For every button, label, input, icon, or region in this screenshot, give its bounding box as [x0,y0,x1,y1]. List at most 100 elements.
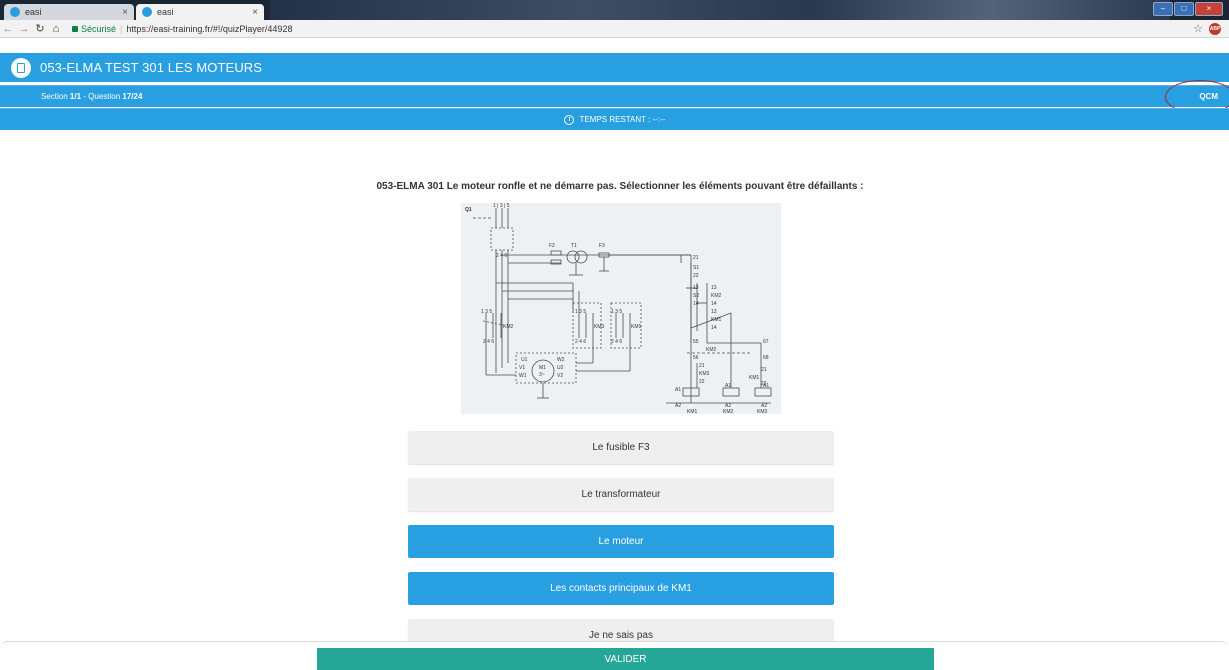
svg-text:56: 56 [693,355,699,361]
svg-text:KM2: KM2 [711,293,722,299]
lock-icon [72,25,78,32]
answer-option[interactable]: Le fusible F3 [408,431,834,464]
window-controls: – □ × [1153,2,1223,16]
adblock-icon[interactable]: ABP [1209,23,1221,35]
answer-option-selected[interactable]: Le moteur [408,525,834,558]
svg-text:13: 13 [711,309,717,315]
svg-text:1 | 3 | 5: 1 | 3 | 5 [493,203,510,209]
quiz-title: 053-ELMA TEST 301 LES MOTEURS [40,60,263,75]
window-background [270,0,1170,20]
browser-tab-2[interactable]: easi × [136,4,264,20]
clock-icon [563,114,574,125]
secure-label: Sécurisé [81,23,117,34]
quiz-header: 053-ELMA TEST 301 LES MOTEURS Section 1/… [0,53,1229,142]
svg-text:KM3: KM3 [757,409,768,414]
tab-label: easi [25,7,42,17]
svg-text:KM3: KM3 [594,324,605,330]
svg-text:W2: W2 [557,357,565,363]
svg-text:S2: S2 [693,293,699,299]
svg-text:1 3 5: 1 3 5 [481,309,492,315]
easi-favicon-icon [142,7,152,17]
svg-text:22: 22 [693,273,699,279]
svg-text:21: 21 [693,255,699,261]
svg-text:2 4 6: 2 4 6 [611,339,622,345]
answer-label: Le transformateur [581,489,661,500]
window-close-icon[interactable]: × [1195,2,1223,16]
svg-text:1 3 5: 1 3 5 [575,309,586,315]
timer-text: TEMPS RESTANT : --:-- [579,115,666,124]
svg-text:A2: A2 [675,403,681,409]
svg-text:U2: U2 [557,365,564,371]
svg-text:13: 13 [711,285,717,291]
address-bar: ← → ↻ ⌂ Sécurisé | https://easi-training… [0,20,1229,38]
svg-text:KM1: KM1 [687,409,698,414]
svg-text:M1: M1 [539,365,546,371]
svg-text:KM1: KM1 [631,324,642,330]
svg-text:S1: S1 [693,265,699,271]
svg-text:U1: U1 [521,357,528,363]
section-bar: Section 1/1 - Question 17/24 QCM [0,80,1229,114]
svg-text:2 4 6: 2 4 6 [483,339,494,345]
answer-option[interactable]: Le transformateur [408,478,834,511]
svg-text:14: 14 [711,325,717,331]
section-progress: Section 1/1 - Question 17/24 [41,92,143,101]
svg-text:21: 21 [761,367,767,373]
document-icon [11,57,31,78]
svg-text:W1: W1 [519,373,527,379]
forward-icon[interactable]: → [16,23,32,35]
answer-label: Les contacts principaux de KM1 [550,583,692,594]
svg-text:V1: V1 [519,365,525,371]
svg-text:A1: A1 [725,383,731,389]
svg-text:13: 13 [693,285,699,291]
svg-text:KM1: KM1 [711,317,722,323]
home-icon[interactable]: ⌂ [48,23,64,35]
svg-text:V2: V2 [557,373,563,379]
svg-text:22: 22 [699,379,705,385]
svg-text:KM3: KM3 [699,371,710,377]
back-icon[interactable]: ← [0,23,16,35]
svg-text:14: 14 [693,301,699,307]
svg-text:T1: T1 [571,243,577,249]
browser-tabstrip: easi × easi × – □ × [0,0,1229,20]
minimize-icon[interactable]: – [1153,2,1173,16]
svg-text:67: 67 [763,339,769,345]
svg-text:KM1: KM1 [749,375,760,381]
answer-label: Je ne sais pas [589,630,653,641]
timer-bar: TEMPS RESTANT : --:-- [0,108,1229,130]
svg-text:Q1: Q1 [465,207,472,213]
address-separator: | [120,23,123,34]
reload-icon[interactable]: ↻ [32,22,48,35]
svg-text:A1: A1 [763,383,769,389]
answer-label: Le fusible F3 [592,442,650,453]
circuit-diagram-svg: Q1 1 | 3 | 5 2 4 6 F2 T1 F3 1 3 5KM22 4 6 … [461,203,781,415]
submit-button[interactable]: VALIDER [317,648,934,670]
tab-close-icon[interactable]: × [252,7,258,18]
svg-text:55: 55 [693,339,699,345]
secure-indicator[interactable]: Sécurisé [72,24,116,34]
svg-text:2 4 6: 2 4 6 [575,339,586,345]
answer-option-selected[interactable]: Les contacts principaux de KM1 [408,572,834,605]
svg-text:68: 68 [763,355,769,361]
maximize-icon[interactable]: □ [1174,2,1194,16]
circuit-diagram: Q1 1 | 3 | 5 2 4 6 F2 T1 F3 1 3 5 KM2 2 4 6 … [461,203,781,415]
tab-close-icon[interactable]: × [122,7,128,18]
svg-text:KM2: KM2 [503,324,514,330]
bookmark-star-icon[interactable]: ☆ [1193,22,1203,35]
svg-text:KM2: KM2 [706,347,717,353]
svg-text:1 3 5: 1 3 5 [611,309,622,315]
title-bar: 053-ELMA TEST 301 LES MOTEURS [0,53,1229,82]
url-field[interactable]: https://easi-training.fr/#!/quizPlayer/4… [126,24,292,34]
svg-text:F3: F3 [599,243,605,249]
svg-text:KM2: KM2 [723,409,734,414]
easi-favicon-icon [10,7,20,17]
question-text: 053-ELMA 301 Le moteur ronfle et ne déma… [376,181,864,192]
tab-label: easi [157,7,174,17]
svg-text:A1: A1 [675,387,681,393]
answer-label: Le moteur [598,536,644,547]
browser-tab-1[interactable]: easi × [4,4,134,20]
svg-text:F2: F2 [549,243,555,249]
svg-text:2 4 6: 2 4 6 [496,253,507,259]
svg-text:21: 21 [699,363,705,369]
svg-text:14: 14 [711,301,717,307]
svg-text:3~: 3~ [539,372,545,378]
